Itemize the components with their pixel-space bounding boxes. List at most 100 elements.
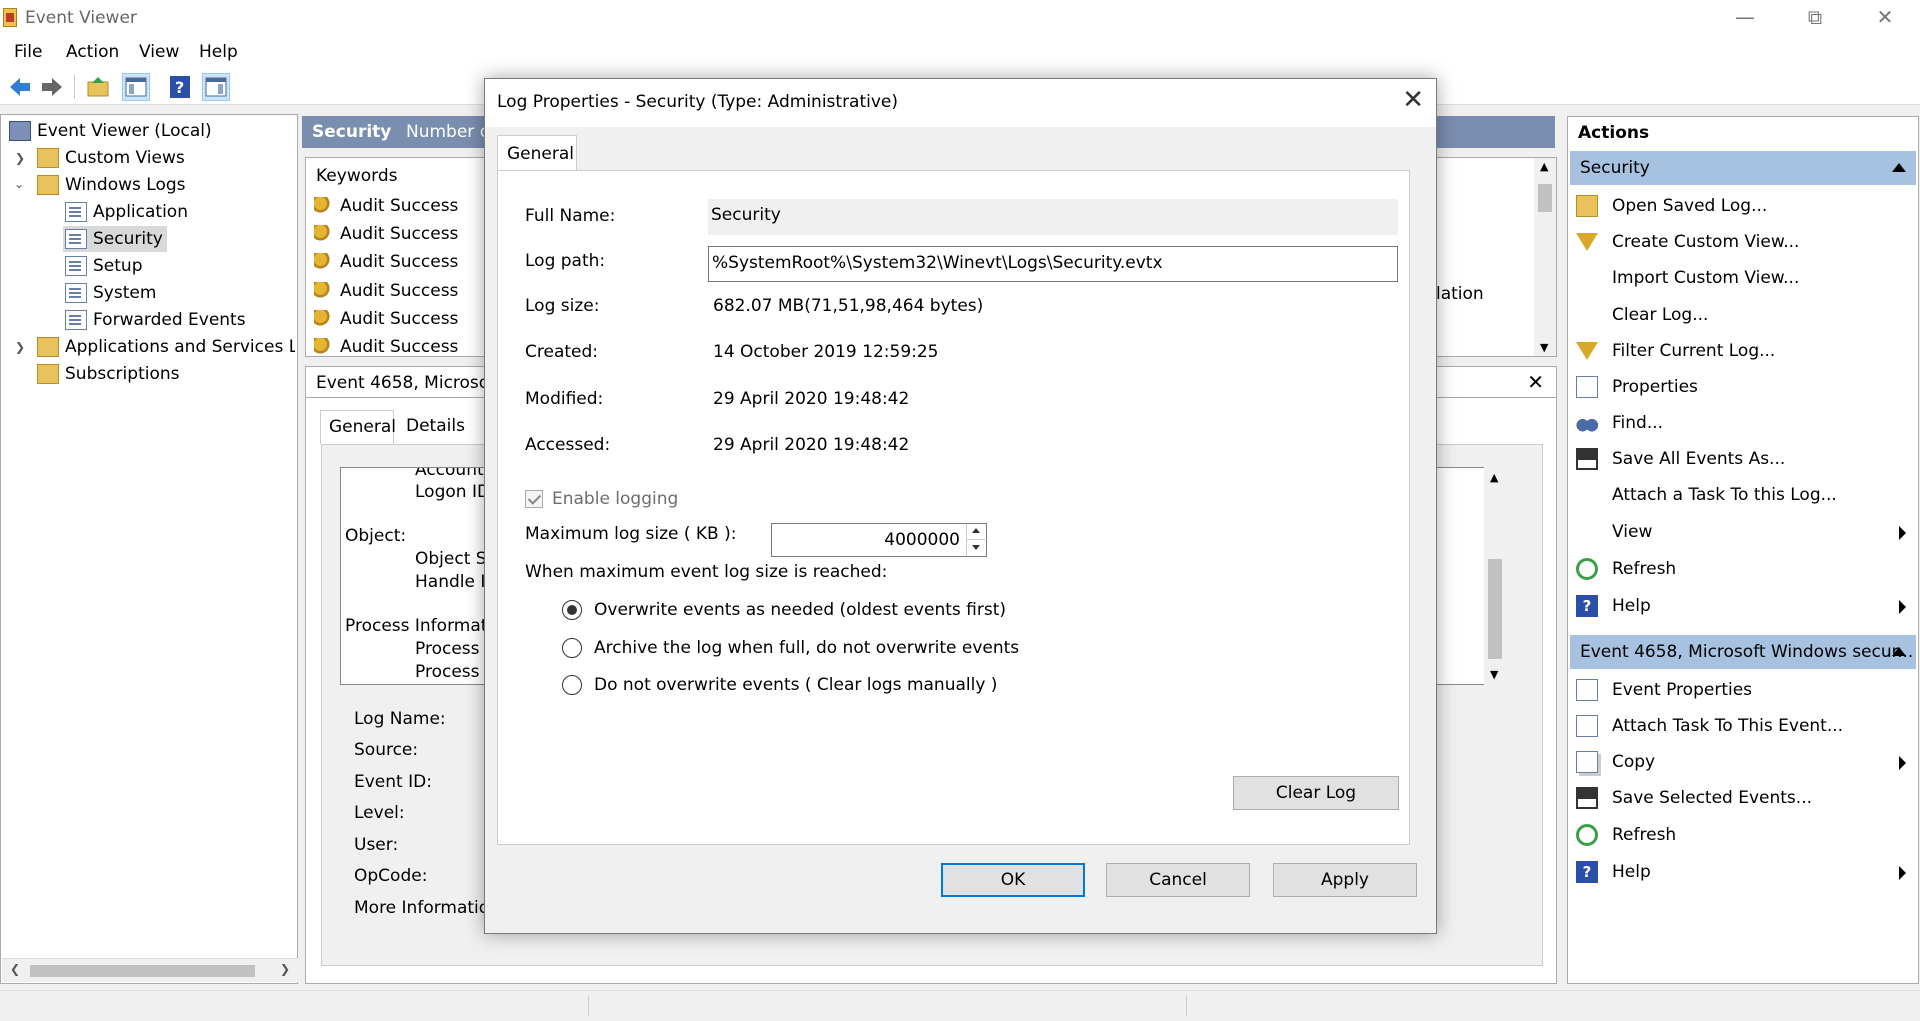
actions-section-security[interactable]: Security [1570,151,1916,185]
filter-icon [1576,342,1598,360]
event-row[interactable]: Audit Success [314,224,458,244]
tree-horizontal-scrollbar[interactable]: ❮ ❯ [2,958,298,982]
log-path-field[interactable]: %SystemRoot%\System32\Winevt\Logs\Securi… [708,246,1398,282]
back-icon[interactable] [6,73,34,101]
action-properties[interactable]: Properties [1576,372,1912,402]
collapse-icon[interactable] [1892,647,1906,656]
dialog-close-icon[interactable]: ✕ [1402,85,1424,115]
enable-logging-checkbox[interactable]: Enable logging [525,489,678,509]
collapse-icon[interactable] [1892,163,1906,172]
actions-section-event[interactable]: Event 4658, Microsoft Windows secur... [1570,635,1916,669]
help-icon[interactable]: ? [166,73,194,101]
action-create-custom-view[interactable]: Create Custom View... [1576,227,1912,257]
scrollbar-thumb[interactable] [1538,184,1552,212]
save-icon [1576,448,1598,470]
menu-bar: File Action View Help [0,36,1920,69]
close-detail-icon[interactable]: ✕ [1527,370,1544,394]
tree-item-event-viewer-local[interactable]: Event Viewer (Local) [9,118,212,144]
tree-item-windows-logs[interactable]: Windows Logs [37,172,186,198]
action-attach-task-to-log[interactable]: Attach a Task To this Log... [1576,480,1912,510]
scroll-down-icon[interactable]: ▼ [1540,341,1548,354]
ok-button[interactable]: OK [941,863,1085,897]
tree-item-custom-views[interactable]: Custom Views [37,145,185,171]
refresh-icon [1576,824,1598,846]
event-row[interactable]: Audit Success [314,252,458,272]
radio-unselected-icon [562,675,582,695]
event-description-scrollbar[interactable]: ▲ ▼ [1484,467,1506,685]
menu-help[interactable]: Help [199,42,238,62]
chevron-down-icon[interactable]: ⌄ [14,177,24,191]
cancel-button[interactable]: Cancel [1106,863,1250,897]
scrollbar-thumb[interactable] [1488,559,1502,659]
submenu-arrow-icon [1899,600,1906,614]
action-import-custom-view[interactable]: Import Custom View... [1576,263,1912,293]
action-attach-task-to-event[interactable]: Attach Task To This Event... [1576,711,1912,741]
tree-item-forwarded-events[interactable]: Forwarded Events [65,307,246,333]
tree-item-security[interactable]: Security [63,226,167,252]
tab-details[interactable]: Details [398,410,468,444]
event-list-scrollbar[interactable]: ▲ ▼ [1534,158,1556,356]
close-button[interactable]: ✕ [1850,0,1920,36]
dialog-tab-general[interactable]: General [497,135,577,171]
full-name-field[interactable]: Security [708,199,1398,235]
tree-item-label: Applications and Services Log [65,337,295,357]
action-refresh[interactable]: Refresh [1576,820,1912,850]
forward-icon[interactable] [38,73,66,101]
restore-button[interactable]: ⧉ [1780,0,1850,36]
action-copy[interactable]: Copy [1576,747,1912,777]
tree-item-applications-and-services-logs[interactable]: Applications and Services Log [37,334,295,360]
action-help[interactable]: ? Help [1576,857,1912,887]
radio-overwrite-as-needed[interactable]: Overwrite events as needed (oldest event… [562,600,1006,620]
log-header-count: Number o [406,122,491,142]
scroll-up-icon[interactable]: ▲ [1490,471,1498,484]
action-open-saved-log[interactable]: Open Saved Log... [1576,191,1912,221]
tree-item-setup[interactable]: Setup [65,253,142,279]
folder-icon [37,148,59,168]
action-save-selected-events[interactable]: Save Selected Events... [1576,783,1912,813]
action-filter-current-log[interactable]: Filter Current Log... [1576,336,1912,366]
scroll-right-icon[interactable]: ❯ [280,962,290,976]
chevron-right-icon[interactable]: ❯ [15,151,25,165]
tree-item-label: Forwarded Events [93,310,246,330]
open-folder-icon[interactable] [84,73,112,101]
menu-file[interactable]: File [14,42,42,62]
radio-archive-when-full[interactable]: Archive the log when full, do not overwr… [562,638,1019,658]
scrollbar-thumb[interactable] [30,965,255,977]
properties-icon [1576,376,1598,398]
show-hide-tree-icon[interactable] [122,73,150,101]
actions-header: Actions [1578,123,1650,143]
menu-action[interactable]: Action [66,42,119,62]
action-clear-log[interactable]: Clear Log... [1576,300,1912,330]
log-icon [65,229,87,249]
show-hide-action-pane-icon[interactable] [202,73,230,101]
action-help[interactable]: ? Help [1576,591,1912,621]
action-refresh[interactable]: Refresh [1576,554,1912,584]
stepper-up-icon[interactable] [972,528,980,533]
scroll-down-icon[interactable]: ▼ [1490,668,1498,681]
tree-item-subscriptions[interactable]: Subscriptions [37,361,179,387]
chevron-right-icon[interactable]: ❯ [15,340,25,354]
action-save-all-events-as[interactable]: Save All Events As... [1576,444,1912,474]
stepper-down-icon[interactable] [972,545,980,550]
event-row[interactable]: Audit Success [314,196,458,216]
max-log-size-stepper[interactable]: 4000000 [771,523,987,557]
action-view[interactable]: View [1576,517,1912,547]
action-event-properties[interactable]: Event Properties [1576,675,1912,705]
tree-item-application[interactable]: Application [65,199,188,225]
apply-button[interactable]: Apply [1273,863,1417,897]
menu-view[interactable]: View [139,42,179,62]
clear-log-button[interactable]: Clear Log [1233,776,1399,810]
radio-do-not-overwrite[interactable]: Do not overwrite events ( Clear logs man… [562,675,997,695]
minimize-button[interactable]: — [1710,0,1780,36]
event-row[interactable]: Audit Success [314,337,458,357]
scroll-left-icon[interactable]: ❮ [10,962,20,976]
tree-item-system[interactable]: System [65,280,156,306]
column-header-keywords[interactable]: Keywords [316,166,397,186]
event-row[interactable]: Audit Success [314,309,458,329]
title-bar: Event Viewer — ⧉ ✕ [0,0,1920,36]
tab-general[interactable]: General [320,410,396,444]
scroll-up-icon[interactable]: ▲ [1540,160,1548,173]
event-row[interactable]: Audit Success [314,281,458,301]
copy-icon [1576,751,1598,773]
action-find[interactable]: Find... [1576,408,1912,438]
